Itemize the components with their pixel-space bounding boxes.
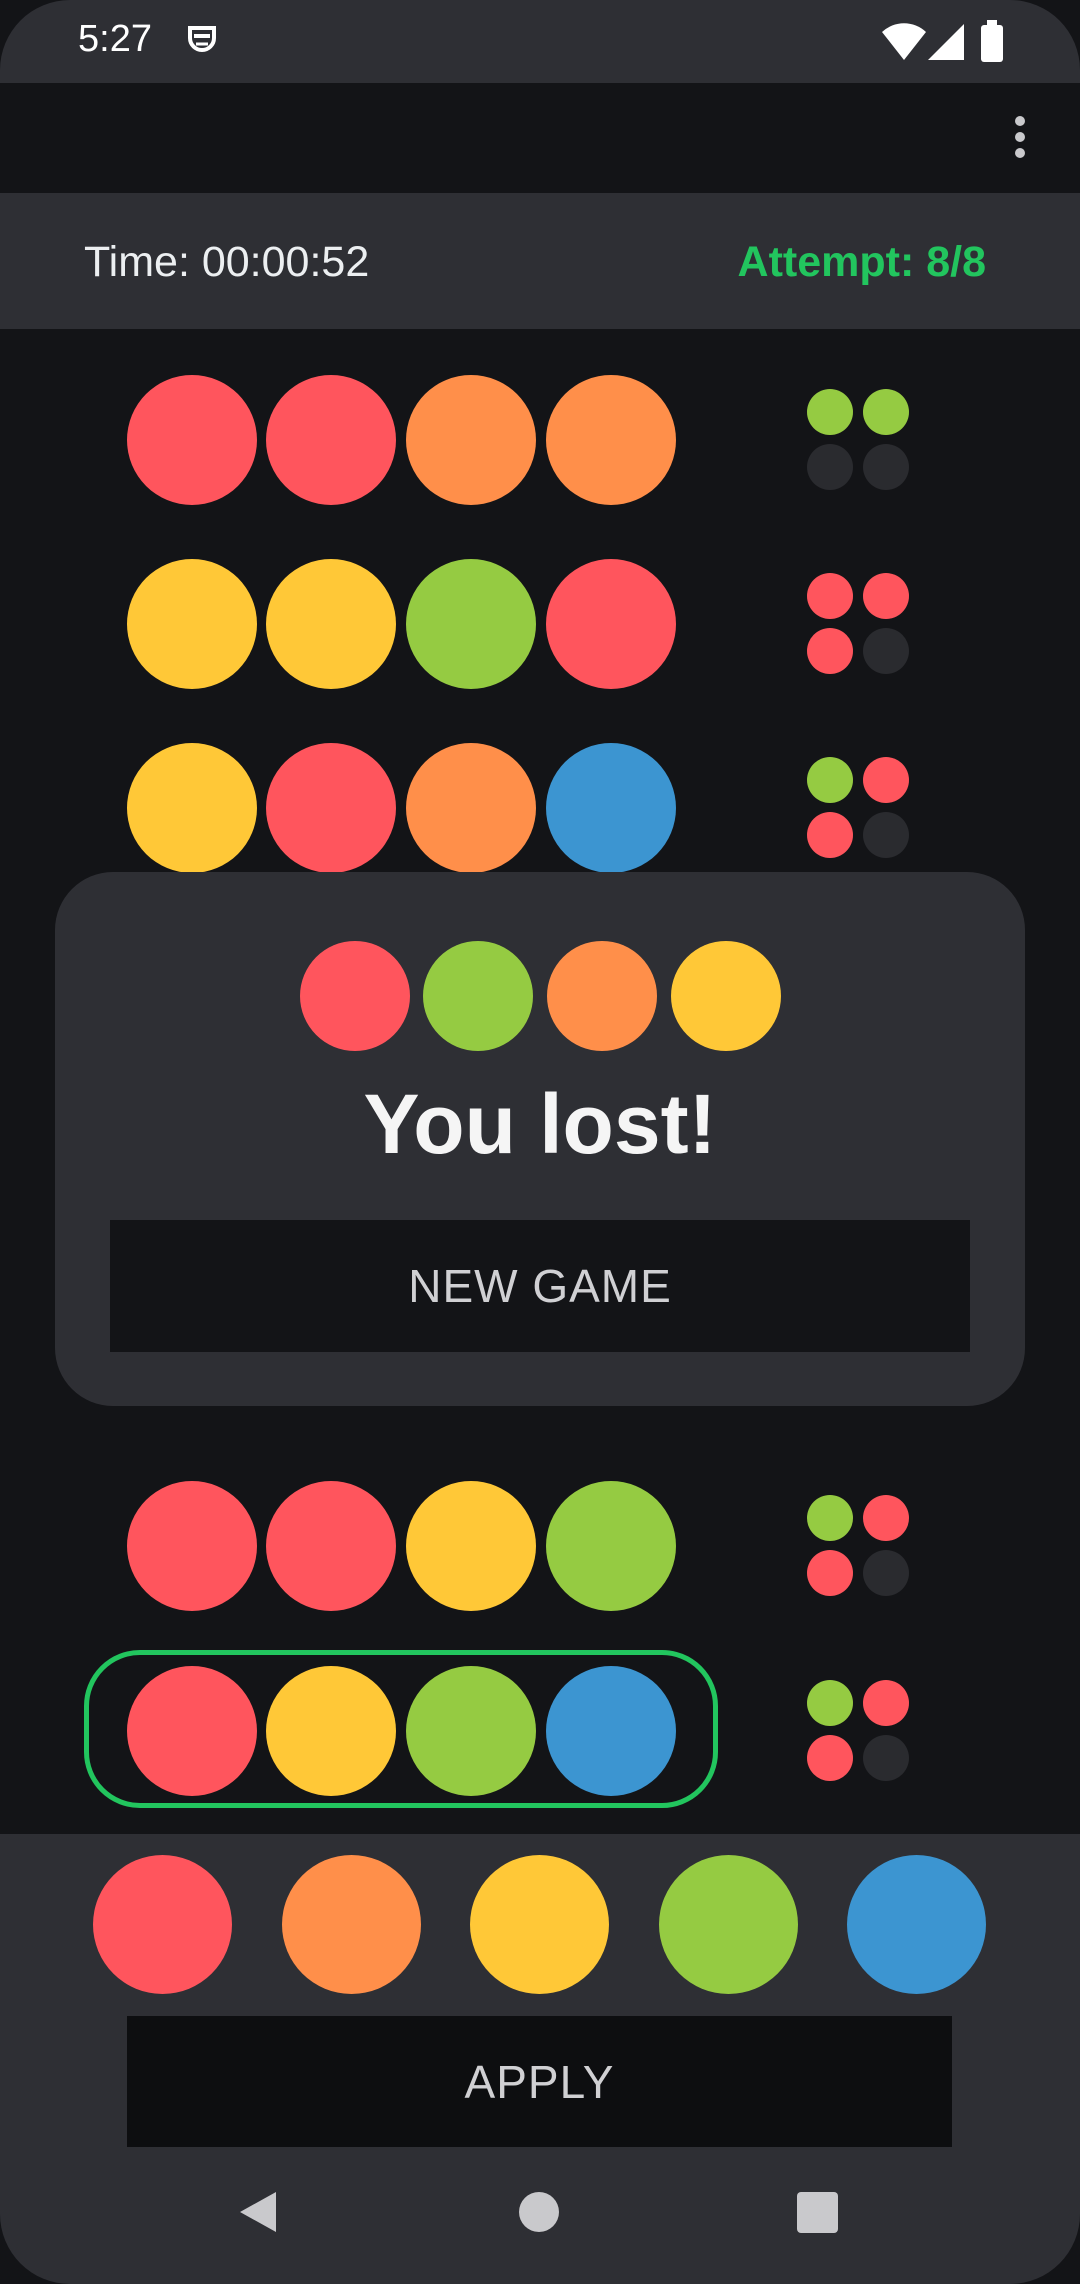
feedback-pin [807, 1495, 853, 1541]
home-icon[interactable] [519, 2192, 559, 2232]
feedback-pin [807, 444, 853, 490]
status-time: 5:27 [78, 18, 152, 60]
feedback-pin [863, 573, 909, 619]
palette-color-blue[interactable] [847, 1855, 986, 1994]
back-icon[interactable] [236, 2188, 280, 2236]
feedback-pin [863, 628, 909, 674]
guess-peg [127, 1481, 257, 1611]
feedback-pin [863, 757, 909, 803]
palette-color-yellow[interactable] [470, 1855, 609, 1994]
feedback-pin [807, 573, 853, 619]
guess-peg [127, 559, 257, 689]
feedback-pin [807, 1680, 853, 1726]
feedback-pin [863, 812, 909, 858]
guess-peg [127, 743, 257, 873]
feedback-pin [863, 1735, 909, 1781]
guess-peg [546, 743, 676, 873]
solution-peg [423, 941, 533, 1051]
guess-peg [406, 559, 536, 689]
guess-peg [406, 743, 536, 873]
solution-peg [671, 941, 781, 1051]
apply-button[interactable]: APPLY [127, 2016, 952, 2147]
feedback-pin [807, 628, 853, 674]
feedback-pin [807, 1550, 853, 1596]
feedback-pin [807, 389, 853, 435]
more-options-icon[interactable] [1003, 112, 1037, 164]
guess-peg [127, 375, 257, 505]
recents-icon[interactable] [797, 2192, 838, 2233]
solution-peg [547, 941, 657, 1051]
wifi-icon [880, 20, 928, 62]
current-row-highlight [84, 1650, 718, 1808]
guess-peg [546, 1481, 676, 1611]
notification-icon [184, 22, 220, 62]
guess-peg [266, 559, 396, 689]
result-message: You lost! [363, 1077, 717, 1171]
battery-icon [980, 20, 1004, 62]
palette-color-green[interactable] [659, 1855, 798, 1994]
feedback-pin [863, 444, 909, 490]
feedback-pin [863, 1680, 909, 1726]
feedback-pin [807, 1735, 853, 1781]
app-bar [0, 83, 1080, 193]
palette-color-orange[interactable] [282, 1855, 421, 1994]
guess-peg [406, 375, 536, 505]
guess-peg [266, 743, 396, 873]
solution-peg [300, 941, 410, 1051]
guess-peg [266, 1481, 396, 1611]
guess-peg [546, 559, 676, 689]
guess-peg [546, 375, 676, 505]
feedback-pin [807, 757, 853, 803]
new-game-button[interactable]: NEW GAME [110, 1220, 970, 1352]
feedback-pin [807, 812, 853, 858]
signal-icon [926, 22, 966, 62]
attempt-label: Attempt: 8/8 [737, 238, 986, 286]
feedback-pin [863, 1550, 909, 1596]
palette-color-red[interactable] [93, 1855, 232, 1994]
guess-peg [406, 1481, 536, 1611]
timer-label: Time: 00:00:52 [84, 238, 370, 286]
feedback-pin [863, 389, 909, 435]
guess-peg [266, 375, 396, 505]
feedback-pin [863, 1495, 909, 1541]
